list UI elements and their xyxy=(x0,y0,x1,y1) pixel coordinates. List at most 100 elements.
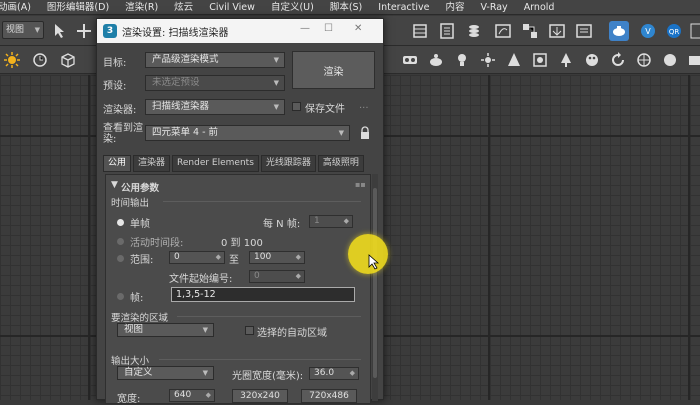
sun-icon[interactable] xyxy=(2,50,22,70)
menu-vray[interactable]: V-Ray xyxy=(472,0,515,14)
grid-icon[interactable] xyxy=(688,21,700,41)
tree-icon[interactable] xyxy=(556,50,576,70)
dialog-tabs: 公用 渲染器 Render Elements 光线跟踪器 高级照明 xyxy=(103,155,366,172)
menu-rendering[interactable]: 渲染(R) xyxy=(117,0,166,14)
menu-graph-editors[interactable]: 图形编辑器(D) xyxy=(39,0,117,14)
render-frame-icon[interactable] xyxy=(547,21,567,41)
render-setup-tb-icon[interactable] xyxy=(400,50,420,70)
maximize-icon[interactable]: ☐ xyxy=(324,23,333,34)
single-frame-radio[interactable] xyxy=(117,219,124,226)
explorer-icon[interactable] xyxy=(437,21,457,41)
target-select[interactable]: 产品级渲染模式 ▼ xyxy=(145,52,285,68)
menu-arnold[interactable]: Arnold xyxy=(516,0,563,14)
aperture-spinner[interactable]: 36.0 ◆ xyxy=(309,367,359,380)
palette-icon[interactable] xyxy=(582,50,602,70)
curve-editor-icon[interactable] xyxy=(493,21,513,41)
tab-advanced-lighting[interactable]: 高级照明 xyxy=(317,155,364,172)
active-segment-label: 活动时间段: xyxy=(130,238,184,249)
vray-icon[interactable]: V xyxy=(638,21,658,41)
scrollbar-thumb[interactable] xyxy=(373,188,377,378)
every-n-value: 1 xyxy=(314,216,320,226)
rollout-handle-icon: ▪▪ xyxy=(355,180,366,189)
view-label-line2: 染: xyxy=(103,134,117,145)
app-icon: 3 xyxy=(103,24,117,38)
preset-320x240-button[interactable]: 320x240 xyxy=(232,389,288,403)
lock-icon[interactable] xyxy=(360,126,370,140)
dialog-titlebar[interactable]: 3 渲染设置: 扫描线渲染器 — ☐ ✕ xyxy=(97,19,383,43)
layer-icon[interactable] xyxy=(410,21,430,41)
preset-label: 预设: xyxy=(103,81,127,92)
file-number-spinner[interactable]: 0 ◆ xyxy=(249,270,305,283)
tab-common[interactable]: 公用 xyxy=(103,155,132,172)
box-icon[interactable] xyxy=(58,50,78,70)
range-from-spinner[interactable]: 0 ◆ xyxy=(169,251,225,264)
globe-icon[interactable] xyxy=(634,50,654,70)
light-icon[interactable] xyxy=(452,50,472,70)
material-icon[interactable] xyxy=(464,21,484,41)
view-dropdown-value: 视图 xyxy=(6,25,25,35)
menu-interactive[interactable]: Interactive xyxy=(370,0,437,14)
close-icon[interactable]: ✕ xyxy=(354,23,362,34)
menu-scripting[interactable]: 脚本(S) xyxy=(322,0,370,14)
renderer-select[interactable]: 扫描线渲染器 ▼ xyxy=(145,99,285,115)
fog-icon[interactable] xyxy=(660,50,680,70)
range-from-value: 0 xyxy=(174,252,180,262)
mirror-icon[interactable] xyxy=(530,50,550,70)
view-select[interactable]: 四元菜单 4 - 前 ▼ xyxy=(145,125,350,141)
collapse-icon[interactable]: ▼ xyxy=(111,180,118,190)
frames-radio[interactable] xyxy=(117,293,124,300)
dialog-title: 渲染设置: 扫描线渲染器 xyxy=(122,27,229,39)
time-output-title: 时间输出 xyxy=(111,198,150,209)
render-button[interactable]: 渲染 xyxy=(292,51,375,89)
target-select-value: 产品级渲染模式 xyxy=(152,54,219,65)
output-size-value: 自定义 xyxy=(124,367,153,378)
more-button[interactable]: ... xyxy=(359,100,369,111)
aperture-value: 36.0 xyxy=(314,368,335,378)
menu-customize[interactable]: 自定义(U) xyxy=(263,0,322,14)
menu-bar: 动画(A) 图形编辑器(D) 渲染(R) 炫云 Civil View 自定义(U… xyxy=(0,0,700,15)
menu-civil-view[interactable]: Civil View xyxy=(201,0,263,14)
teapot-icon[interactable] xyxy=(609,21,629,41)
renderer-select-value: 扫描线渲染器 xyxy=(152,101,210,112)
cone-icon[interactable] xyxy=(504,50,524,70)
menu-xuanyun[interactable]: 炫云 xyxy=(166,0,201,14)
clock-icon[interactable] xyxy=(30,50,50,70)
range-to-spinner[interactable]: 100 ◆ xyxy=(249,251,305,264)
frames-input[interactable]: 1,3,5-12 xyxy=(171,287,355,302)
output-size-select[interactable]: 自定义 ▼ xyxy=(117,366,214,380)
range-radio[interactable] xyxy=(117,255,124,262)
menu-animation[interactable]: 动画(A) xyxy=(0,0,39,14)
view-label-line1: 查看到渲 xyxy=(103,123,143,134)
every-n-label: 每 N 帧: xyxy=(263,219,301,230)
width-label: 宽度: xyxy=(117,394,141,405)
scale-icon[interactable] xyxy=(74,21,94,41)
renderer-label: 渲染器: xyxy=(103,105,137,116)
teapot-render-icon[interactable] xyxy=(426,50,446,70)
group-divider xyxy=(163,201,361,202)
camera-icon[interactable] xyxy=(686,50,700,70)
every-n-spinner[interactable]: 1 ◆ xyxy=(309,215,353,228)
active-range-value: 0 到 100 xyxy=(221,238,263,249)
schematic-icon[interactable] xyxy=(520,21,540,41)
view-dropdown[interactable]: 视图 ▼ xyxy=(2,21,44,39)
width-value: 640 xyxy=(174,390,192,400)
render-area-select[interactable]: 视图 ▼ xyxy=(117,323,214,337)
preset-720x486-button[interactable]: 720x486 xyxy=(301,389,357,403)
tab-renderer[interactable]: 渲染器 xyxy=(133,155,171,172)
menu-content[interactable]: 内容 xyxy=(437,0,472,14)
refresh-icon[interactable] xyxy=(608,50,628,70)
render-setup-icon[interactable] xyxy=(574,21,594,41)
select-icon[interactable] xyxy=(50,21,70,41)
width-spinner[interactable]: 640 ◆ xyxy=(169,389,215,402)
tab-render-elements[interactable]: Render Elements xyxy=(172,155,259,172)
preset-select[interactable]: 未选定预设 ▼ xyxy=(145,75,285,91)
qr-icon[interactable]: QR xyxy=(664,21,684,41)
minimize-icon[interactable]: — xyxy=(300,23,310,34)
sun-light-icon[interactable] xyxy=(478,50,498,70)
tab-raytracer[interactable]: 光线跟踪器 xyxy=(260,155,316,172)
auto-region-checkbox[interactable] xyxy=(245,326,254,335)
panel-scrollbar[interactable] xyxy=(372,174,378,401)
active-segment-radio[interactable] xyxy=(117,238,124,245)
save-file-checkbox[interactable] xyxy=(292,102,301,111)
file-number-value: 0 xyxy=(254,271,260,281)
